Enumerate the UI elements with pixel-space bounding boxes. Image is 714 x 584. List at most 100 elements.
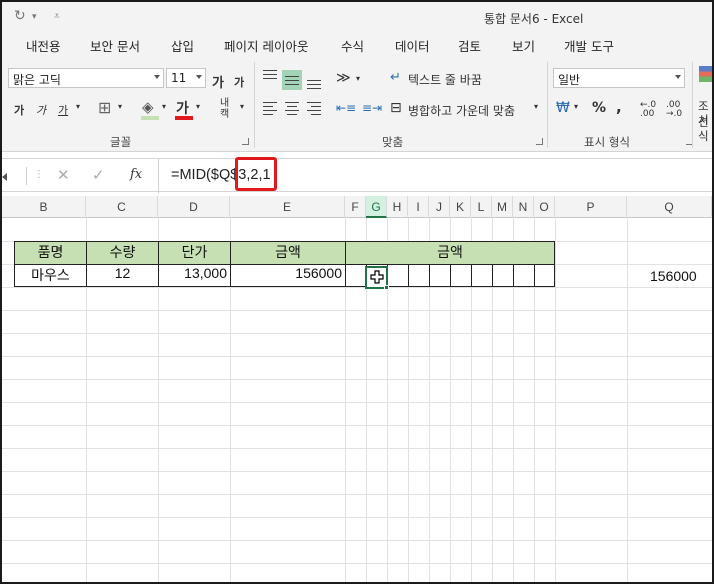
cell-j3[interactable]	[429, 264, 451, 287]
more-options-icon[interactable]: ⋮	[34, 169, 44, 180]
decrease-indent-icon[interactable]: ⇤≡	[336, 101, 356, 115]
align-center-icon[interactable]	[282, 98, 302, 118]
comma-style-icon[interactable]: ,	[616, 98, 622, 116]
excel-window: ↻ ▾ ⩡ 통합 문서6 - Excel 내전용 보안 문서 삽입 페이지 레이…	[0, 0, 714, 584]
tab-security-doc[interactable]: 보안 문서	[90, 36, 140, 55]
tab-page-layout[interactable]: 페이지 레이아웃	[224, 36, 308, 55]
borders-dropdown-icon[interactable]: ▾	[118, 102, 122, 111]
column-header-o[interactable]: O	[534, 196, 555, 218]
number-format-value: 일반	[558, 73, 581, 87]
cell-f3[interactable]	[345, 264, 367, 287]
cell-k3[interactable]	[450, 264, 472, 287]
merge-dropdown-icon[interactable]: ▾	[534, 102, 538, 111]
increase-indent-icon[interactable]: ≡⇥	[362, 101, 382, 115]
borders-icon[interactable]: ⊞	[98, 98, 111, 117]
percent-icon[interactable]: %	[592, 100, 606, 116]
orientation-icon[interactable]: ≫	[336, 70, 351, 86]
tab-my-use[interactable]: 내전용	[26, 36, 61, 55]
header-amount-merged[interactable]: 금액	[345, 241, 555, 265]
decrease-font-icon[interactable]: 가	[234, 74, 244, 90]
column-header-e[interactable]: E	[230, 196, 345, 218]
align-middle-icon[interactable]	[282, 70, 302, 90]
cell-o3[interactable]	[534, 264, 555, 287]
cell-l3[interactable]	[471, 264, 493, 287]
align-right-icon[interactable]	[304, 98, 324, 118]
column-header-c[interactable]: C	[86, 196, 158, 218]
font-name-select[interactable]: 맑은 고딕	[8, 68, 164, 88]
italic-icon[interactable]: 가	[36, 102, 46, 118]
underline-icon[interactable]: 가	[58, 102, 68, 118]
wrap-text-button[interactable]: 텍스트 줄 바꿈	[408, 71, 482, 88]
column-header-d[interactable]: D	[158, 196, 230, 218]
cell-amount[interactable]: 156000	[230, 264, 346, 287]
conditional-format-label-2[interactable]: 서식	[698, 112, 712, 144]
align-left-icon[interactable]	[260, 98, 280, 118]
cell-i3[interactable]	[408, 264, 430, 287]
cancel-icon[interactable]: ✕	[57, 166, 70, 184]
accounting-dropdown-icon[interactable]: ▾	[574, 102, 578, 111]
ribbon-tabs: 내전용 보안 문서 삽입 페이지 레이아웃 수식 데이터 검토 보기 개발 도구	[2, 32, 712, 58]
redo-dropdown-icon[interactable]: ▾	[32, 12, 37, 22]
wrap-text-icon[interactable]: ↵	[390, 70, 401, 85]
header-amount[interactable]: 금액	[230, 241, 346, 265]
column-header-p[interactable]: P	[555, 196, 627, 218]
column-header-j[interactable]: J	[429, 196, 450, 218]
name-box-arrow-icon[interactable]	[2, 173, 7, 181]
tab-review[interactable]: 검토	[458, 36, 481, 55]
column-header-k[interactable]: K	[450, 196, 471, 218]
alignment-dialog-launcher-icon[interactable]	[536, 138, 543, 145]
phonetic-icon[interactable]: 내캑	[220, 98, 229, 120]
fill-dropdown-icon[interactable]: ▾	[162, 102, 166, 111]
increase-decimal-icon[interactable]: ←.0.00	[640, 101, 656, 119]
increase-font-icon[interactable]: 가	[212, 72, 224, 91]
number-format-select[interactable]: 일반	[553, 68, 685, 88]
tab-developer[interactable]: 개발 도구	[564, 36, 614, 55]
cell-n3[interactable]	[513, 264, 535, 287]
group-divider	[254, 62, 255, 148]
cell-unit-price[interactable]: 13,000	[158, 264, 231, 287]
customize-quick-access-icon[interactable]: ⩡	[54, 11, 60, 22]
cell-h3[interactable]	[387, 264, 409, 287]
align-top-icon[interactable]	[260, 66, 280, 86]
merge-center-icon[interactable]: ⊟	[390, 100, 402, 116]
tab-formulas[interactable]: 수식	[341, 36, 364, 55]
phonetic-dropdown-icon[interactable]: ▾	[240, 102, 244, 111]
tab-insert[interactable]: 삽입	[171, 36, 194, 55]
decrease-decimal-icon[interactable]: .00 →.0	[666, 101, 682, 119]
conditional-format-icon[interactable]	[699, 66, 712, 82]
align-bottom-icon[interactable]	[304, 70, 324, 90]
formula-bar: ⋮ ✕ ✓ fx =MID($Q$3,2,1	[2, 158, 712, 193]
column-header-g[interactable]: G	[366, 196, 387, 218]
cell-m3[interactable]	[492, 264, 514, 287]
cell-quantity[interactable]: 12	[86, 264, 159, 287]
header-product[interactable]: 품명	[14, 241, 87, 265]
tab-data[interactable]: 데이터	[395, 36, 430, 55]
cell-product[interactable]: 마우스	[14, 264, 87, 287]
column-header-i[interactable]: I	[408, 196, 429, 218]
orientation-dropdown-icon[interactable]: ▾	[356, 74, 360, 83]
font-size-select[interactable]: 11	[166, 68, 206, 88]
insert-function-icon[interactable]: fx	[130, 167, 142, 182]
header-unit-price[interactable]: 단가	[158, 241, 231, 265]
enter-icon[interactable]: ✓	[92, 166, 105, 184]
column-header-n[interactable]: N	[513, 196, 534, 218]
font-color-icon[interactable]: 가	[176, 98, 189, 118]
column-header-h[interactable]: H	[387, 196, 408, 218]
underline-dropdown-icon[interactable]: ▾	[76, 102, 80, 111]
column-header-l[interactable]: L	[471, 196, 492, 218]
tab-view[interactable]: 보기	[512, 36, 535, 55]
column-header-b[interactable]: B	[2, 196, 86, 218]
redo-icon[interactable]: ↻	[14, 8, 26, 24]
header-quantity[interactable]: 수량	[86, 241, 159, 265]
column-header-f[interactable]: F	[345, 196, 366, 218]
fill-color-icon[interactable]: ◈	[142, 98, 154, 116]
font-dialog-launcher-icon[interactable]	[242, 138, 249, 145]
cell-q3[interactable]: 156000	[650, 268, 697, 284]
merge-center-button[interactable]: 병합하고 가운데 맞춤	[408, 102, 515, 119]
bold-icon[interactable]: 가	[14, 102, 24, 118]
fill-handle[interactable]	[384, 285, 389, 290]
font-color-dropdown-icon[interactable]: ▾	[196, 102, 200, 111]
accounting-format-icon[interactable]: ₩	[556, 100, 570, 116]
column-header-q[interactable]: Q	[627, 196, 712, 218]
column-header-m[interactable]: M	[492, 196, 513, 218]
